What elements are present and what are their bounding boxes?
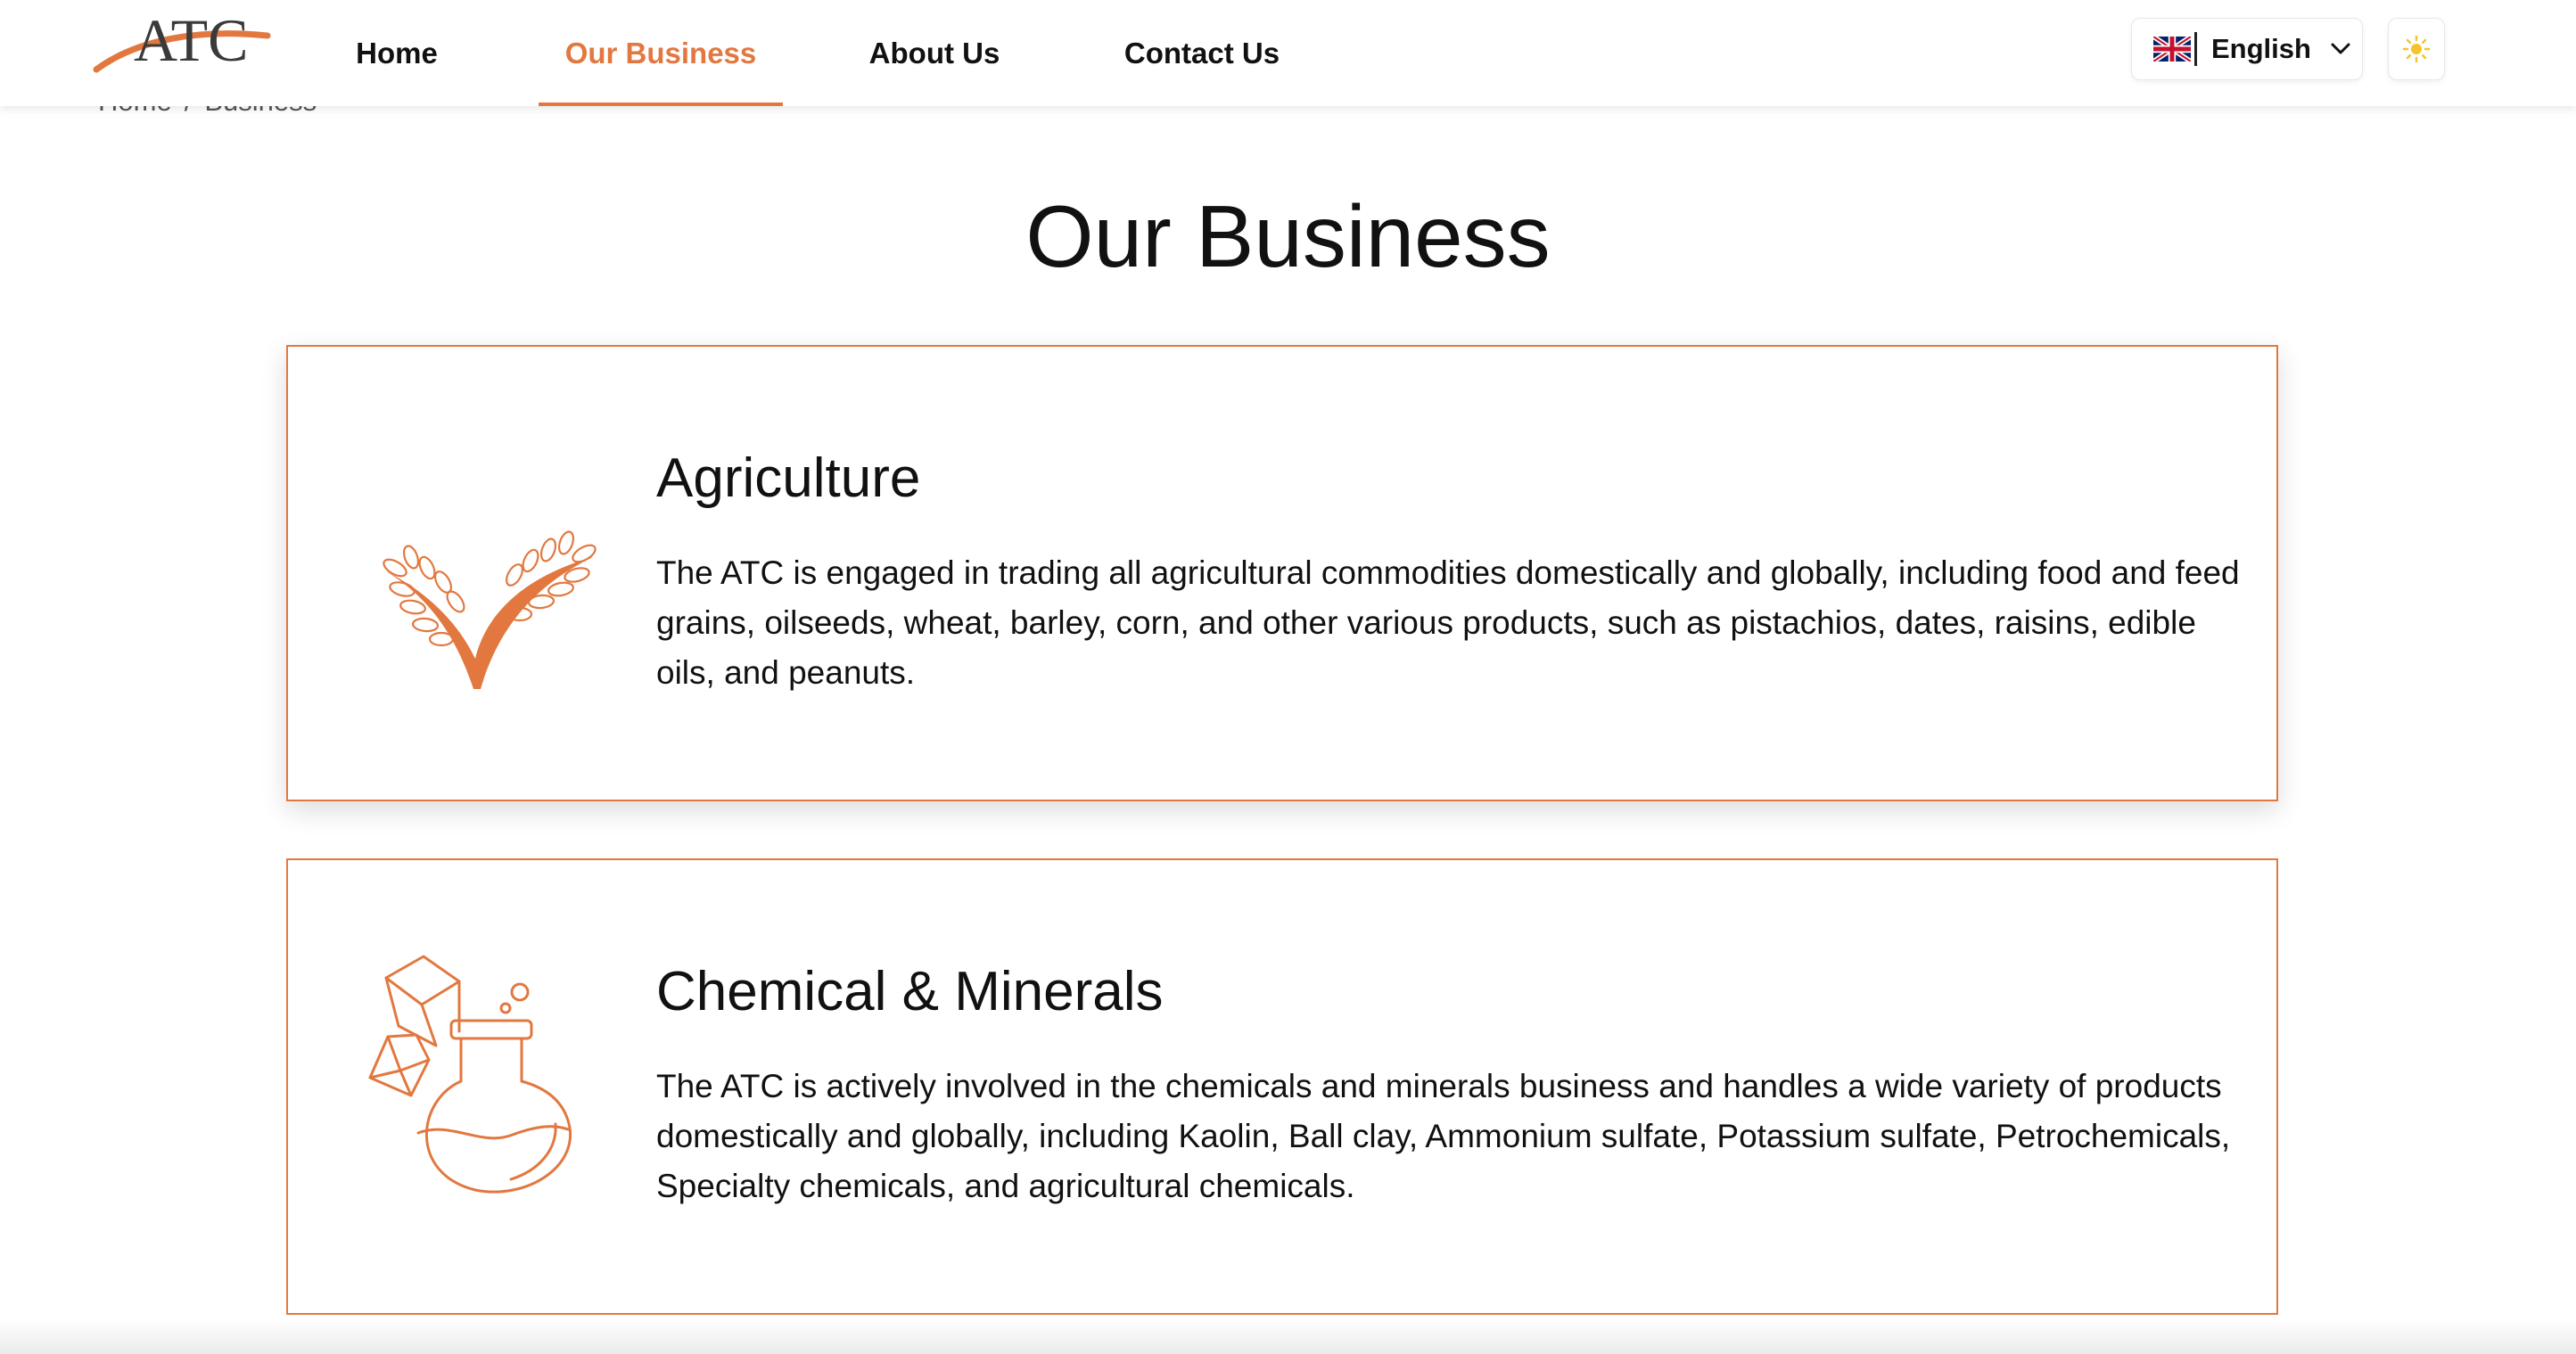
flag-separator: [2194, 32, 2197, 66]
main-nav: Home Our Business About Us Contact Us: [321, 0, 1318, 106]
uk-flag-icon: [2153, 37, 2191, 62]
nav-contact-us[interactable]: Contact Us: [1086, 0, 1318, 106]
business-title: Agriculture: [656, 447, 921, 509]
logo-text: ATC: [134, 6, 248, 74]
language-label: English: [2211, 33, 2311, 64]
wheat-icon: [383, 530, 597, 689]
nav-about-us[interactable]: About Us: [836, 0, 1033, 106]
nav-home[interactable]: Home: [321, 0, 473, 106]
business-title: Chemical & Minerals: [656, 961, 1164, 1022]
business-description: The ATC is actively involved in the chem…: [656, 1068, 2231, 1204]
theme-toggle-button[interactable]: [2388, 18, 2445, 80]
site-header: ATC Home Our Business About Us Contact U…: [0, 0, 2576, 106]
business-card-agriculture[interactable]: Agriculture The ATC is engaged in tradin…: [286, 345, 2278, 801]
language-selector[interactable]: English: [2131, 18, 2363, 80]
chevron-down-icon: [2331, 43, 2350, 54]
page-title: Our Business: [1025, 187, 1551, 285]
business-description: The ATC is engaged in trading all agricu…: [656, 554, 2240, 691]
bottom-shade: [0, 1318, 2576, 1354]
sun-icon: [2402, 35, 2431, 63]
chemical-flask-icon: [368, 955, 572, 1194]
nav-our-business[interactable]: Our Business: [539, 0, 783, 106]
business-card-chemical-minerals[interactable]: Chemical & Minerals The ATC is actively …: [286, 858, 2278, 1315]
page: ATC Home Our Business About Us Contact U…: [0, 0, 2576, 1354]
atc-logo[interactable]: ATC: [93, 5, 271, 77]
